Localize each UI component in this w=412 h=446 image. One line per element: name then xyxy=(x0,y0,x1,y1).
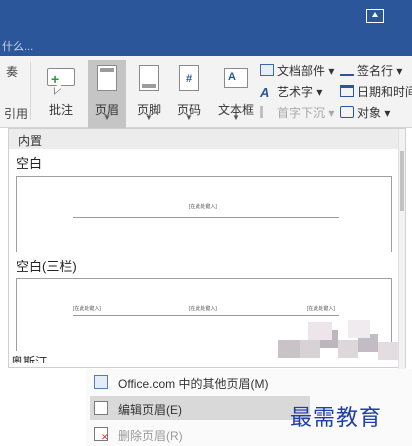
date-time-button[interactable]: 日期和时间 xyxy=(340,83,412,101)
wordart-button[interactable]: A 艺术字 ▾ xyxy=(260,83,322,101)
edit-header-icon xyxy=(94,401,108,415)
quick-parts-label: 文档部件 xyxy=(277,64,326,78)
header-icon xyxy=(97,65,117,91)
comment-icon: + xyxy=(47,68,75,87)
blank-header-title: 空白 xyxy=(16,156,43,171)
footer-icon xyxy=(139,65,159,91)
three-column-header-title: 空白(三栏) xyxy=(16,259,77,274)
header-placeholder-left: [在此处键入] xyxy=(73,306,101,312)
date-time-label: 日期和时间 xyxy=(357,85,412,99)
partial-group-label: 引用 xyxy=(4,107,29,121)
object-button[interactable]: 对象 ▾ xyxy=(340,104,390,122)
drop-cap-button[interactable]: 首字下沉 ▾ xyxy=(260,104,334,122)
signature-label: 签名行 xyxy=(357,64,394,78)
footer-button[interactable]: 页脚 ▼ xyxy=(130,60,168,128)
scrollbar-thumb[interactable] xyxy=(400,151,404,211)
delete-header-icon xyxy=(94,427,109,443)
page-number-button[interactable]: # 页码 ▼ xyxy=(170,60,208,128)
signature-icon xyxy=(340,64,354,76)
comment-label: 批注 xyxy=(48,103,73,117)
comment-button[interactable]: + 批注 xyxy=(42,60,80,128)
edit-header-item[interactable]: 编辑页眉(E) xyxy=(90,396,310,420)
header-placeholder-right: [在此处键入] xyxy=(307,306,335,312)
wordart-icon: A xyxy=(260,85,270,100)
ribbon-insert-tab: 奏 引用 + 批注 页眉 ▼ 页脚 ▼ # 页码 ▼ A 文本框 ▼ 文档部件 … xyxy=(0,56,412,128)
header-placeholder: [在此处键入] xyxy=(189,204,217,210)
ribbon-display-options-icon[interactable] xyxy=(366,9,384,23)
more-headers-office-com-item[interactable]: Office.com 中的其他页眉(M) xyxy=(90,370,310,394)
blank-header-option[interactable]: [在此处键入] xyxy=(16,176,392,252)
office-web-icon xyxy=(94,375,108,389)
gallery-section-header: 内置 xyxy=(9,129,399,149)
header-divider xyxy=(73,217,339,218)
mosaic-blur xyxy=(278,320,410,364)
calendar-icon xyxy=(340,85,354,97)
page-number-icon: # xyxy=(179,65,199,91)
quick-parts-button[interactable]: 文档部件 ▾ xyxy=(260,62,334,80)
signature-line-button[interactable]: 签名行 ▾ xyxy=(340,62,402,80)
quick-parts-icon xyxy=(260,64,274,76)
austin-header-title: 奥斯汀 xyxy=(11,355,48,363)
partial-ribbon-label: 奏 xyxy=(6,65,19,79)
object-icon xyxy=(340,106,354,118)
edit-header-label: 编辑页眉(E) xyxy=(118,403,182,417)
header-placeholder-center: [在此处键入] xyxy=(189,306,217,312)
chevron-down-icon: ▼ xyxy=(185,113,193,122)
watermark-logo-text: 最需教育 xyxy=(290,406,383,431)
remove-header-item[interactable]: 删除页眉(R) xyxy=(90,422,310,446)
tell-me-placeholder: 什么... xyxy=(2,41,34,53)
header-button[interactable]: 页眉 ▼ xyxy=(88,60,126,128)
more-headers-label: Office.com 中的其他页眉(M) xyxy=(118,377,269,391)
chevron-down-icon: ▼ xyxy=(145,113,153,122)
title-bar xyxy=(0,0,412,34)
wordart-label: 艺术字 xyxy=(277,85,314,99)
ribbon-separator xyxy=(30,62,31,120)
textbox-button[interactable]: A 文本框 ▼ xyxy=(216,60,256,128)
chevron-down-icon: ▼ xyxy=(103,113,111,122)
drop-cap-label: 首字下沉 xyxy=(277,106,326,120)
object-label: 对象 xyxy=(357,106,382,120)
chevron-down-icon: ▼ xyxy=(232,113,240,122)
drop-cap-icon xyxy=(260,106,274,118)
header-divider xyxy=(73,315,339,316)
remove-header-label: 删除页眉(R) xyxy=(118,429,183,443)
tell-me-bar[interactable]: 什么... xyxy=(0,34,412,56)
textbox-icon: A xyxy=(224,68,248,88)
builtin-label: 内置 xyxy=(18,134,43,148)
